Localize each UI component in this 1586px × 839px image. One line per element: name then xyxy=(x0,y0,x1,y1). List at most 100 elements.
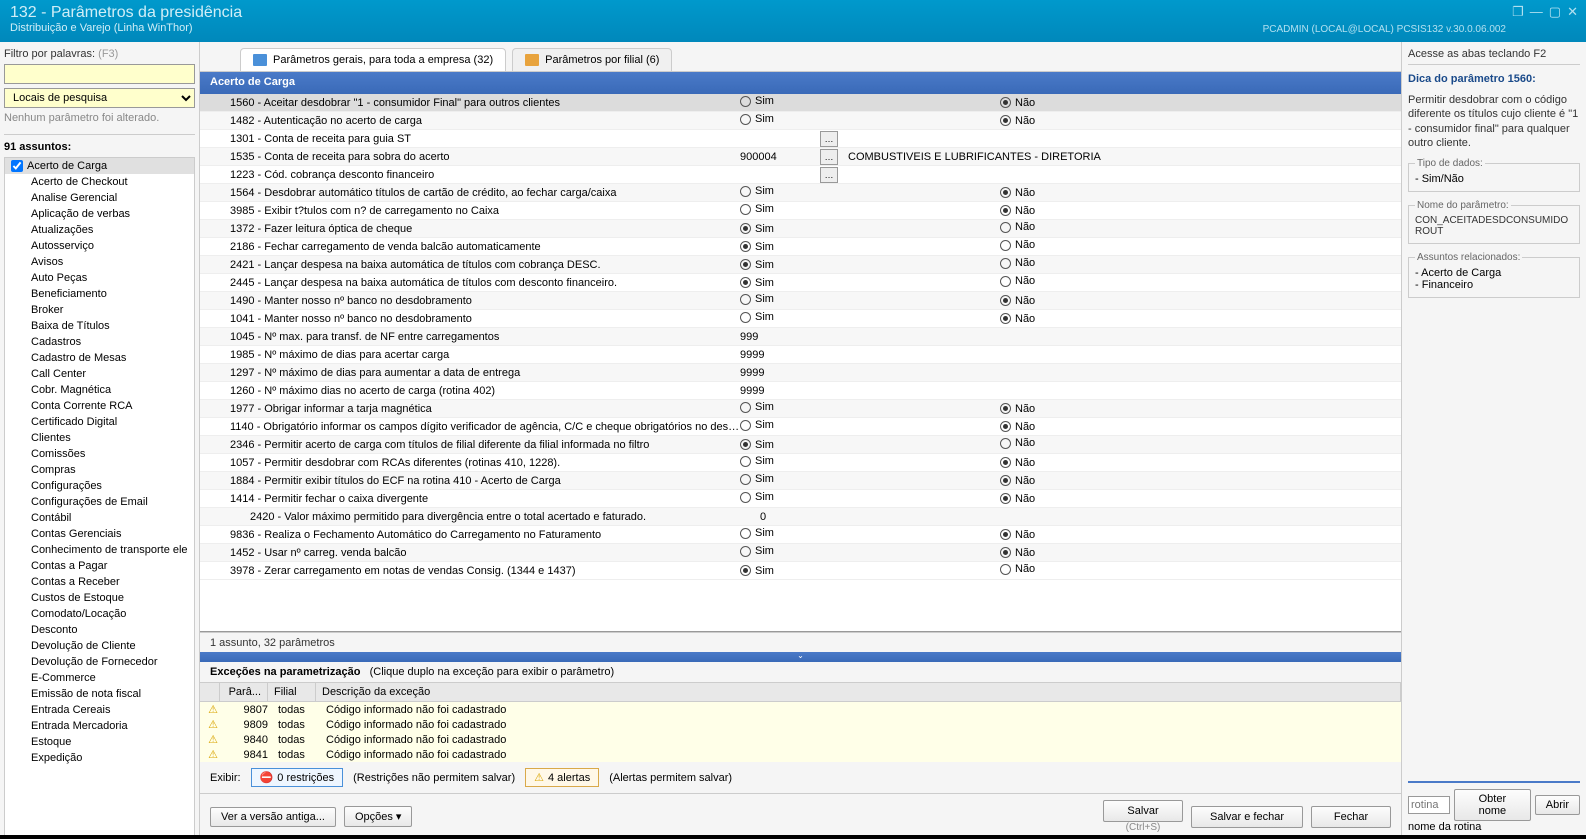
radio-sim[interactable]: Sim xyxy=(740,527,774,539)
exception-row[interactable]: ⚠9807todasCódigo informado não foi cadas… xyxy=(200,702,1401,717)
radio-sim[interactable]: Sim xyxy=(740,185,774,197)
salvar-button[interactable]: Salvar xyxy=(1103,800,1183,822)
radio-sim[interactable]: Sim xyxy=(740,95,774,107)
subject-checkbox[interactable] xyxy=(11,160,23,172)
radio-sim[interactable]: Sim xyxy=(740,293,774,305)
param-row[interactable]: 1260 - Nº máximo dias no acerto de carga… xyxy=(200,382,1401,400)
subject-item[interactable]: Atualizações xyxy=(5,222,194,238)
subject-item[interactable]: Conta Corrente RCA xyxy=(5,398,194,414)
param-row[interactable]: 3978 - Zerar carregamento em notas de ve… xyxy=(200,562,1401,580)
param-row[interactable]: 3985 - Exibir t?tulos com n? de carregam… xyxy=(200,202,1401,220)
radio-sim[interactable]: Sim xyxy=(740,277,774,289)
radio-sim[interactable]: Sim xyxy=(740,223,774,235)
param-value[interactable]: 9999 xyxy=(740,349,820,361)
radio-sim[interactable]: Sim xyxy=(740,419,774,431)
radio-nao[interactable]: Não xyxy=(1000,563,1035,575)
param-row[interactable]: 9836 - Realiza o Fechamento Automático d… xyxy=(200,526,1401,544)
subject-item[interactable]: Baixa de Títulos xyxy=(5,318,194,334)
obter-nome-button[interactable]: Obter nome xyxy=(1454,789,1531,821)
radio-sim[interactable]: Sim xyxy=(740,113,774,125)
subject-item[interactable]: Clientes xyxy=(5,430,194,446)
radio-sim[interactable]: Sim xyxy=(740,203,774,215)
subject-item[interactable]: Configurações de Email xyxy=(5,494,194,510)
param-row[interactable]: 1140 - Obrigatório informar os campos dí… xyxy=(200,418,1401,436)
maximize-icon[interactable]: ▢ xyxy=(1549,4,1561,20)
tab-general[interactable]: Parâmetros gerais, para toda a empresa (… xyxy=(240,48,506,71)
subject-item[interactable]: Contábil xyxy=(5,510,194,526)
locais-select[interactable]: Locais de pesquisa xyxy=(4,88,195,108)
radio-nao[interactable]: Não xyxy=(1000,239,1035,251)
radio-nao[interactable]: Não xyxy=(1000,205,1035,217)
param-row[interactable]: 1372 - Fazer leitura óptica de chequeSim… xyxy=(200,220,1401,238)
subject-item[interactable]: Acerto de Checkout xyxy=(5,174,194,190)
radio-nao[interactable]: Não xyxy=(1000,221,1035,233)
subject-item[interactable]: Compras xyxy=(5,462,194,478)
radio-nao[interactable]: Não xyxy=(1000,257,1035,269)
exception-row[interactable]: ⚠9840todasCódigo informado não foi cadas… xyxy=(200,732,1401,747)
radio-nao[interactable]: Não xyxy=(1000,187,1035,199)
param-row[interactable]: 1041 - Manter nosso nº banco no desdobra… xyxy=(200,310,1401,328)
radio-nao[interactable]: Não xyxy=(1000,275,1035,287)
subject-item[interactable]: Beneficiamento xyxy=(5,286,194,302)
subject-item[interactable]: Entrada Cereais xyxy=(5,702,194,718)
param-row[interactable]: 1535 - Conta de receita para sobra do ac… xyxy=(200,148,1401,166)
param-row[interactable]: 1057 - Permitir desdobrar com RCAs difer… xyxy=(200,454,1401,472)
param-row[interactable]: 2346 - Permitir acerto de carga com títu… xyxy=(200,436,1401,454)
subject-item[interactable]: Analise Gerencial xyxy=(5,190,194,206)
lookup-button[interactable]: … xyxy=(820,149,838,165)
radio-nao[interactable]: Não xyxy=(1000,529,1035,541)
subject-item[interactable]: Configurações xyxy=(5,478,194,494)
param-row[interactable]: 1223 - Cód. cobrança desconto financeiro… xyxy=(200,166,1401,184)
minimize-icon[interactable]: — xyxy=(1530,4,1543,20)
opcoes-button[interactable]: Opções ▾ xyxy=(344,806,413,827)
fechar-button[interactable]: Fechar xyxy=(1311,806,1391,828)
radio-nao[interactable]: Não xyxy=(1000,475,1035,487)
lookup-button[interactable]: … xyxy=(820,167,838,183)
exception-row[interactable]: ⚠9809todasCódigo informado não foi cadas… xyxy=(200,717,1401,732)
param-row[interactable]: 1564 - Desdobrar automático títulos de c… xyxy=(200,184,1401,202)
exception-row[interactable]: ⚠9841todasCódigo informado não foi cadas… xyxy=(200,747,1401,762)
param-row[interactable]: 1297 - Nº máximo de dias para aumentar a… xyxy=(200,364,1401,382)
param-value[interactable]: 999 xyxy=(740,331,820,343)
salvar-fechar-button[interactable]: Salvar e fechar xyxy=(1191,806,1303,828)
subject-item[interactable]: Estoque xyxy=(5,734,194,750)
radio-sim[interactable]: Sim xyxy=(740,259,774,271)
tab-filial[interactable]: Parâmetros por filial (6) xyxy=(512,48,672,71)
filter-input[interactable] xyxy=(4,64,195,84)
param-value[interactable]: 0 xyxy=(760,511,840,523)
subject-item[interactable]: Call Center xyxy=(5,366,194,382)
param-value[interactable]: 9999 xyxy=(740,385,820,397)
subject-item[interactable]: Contas a Pagar xyxy=(5,558,194,574)
radio-nao[interactable]: Não xyxy=(1000,457,1035,469)
param-value[interactable]: 9999 xyxy=(740,367,820,379)
ver-versao-button[interactable]: Ver a versão antiga... xyxy=(210,807,336,827)
param-row[interactable]: 1985 - Nº máximo de dias para acertar ca… xyxy=(200,346,1401,364)
subject-item[interactable]: Avisos xyxy=(5,254,194,270)
radio-sim[interactable]: Sim xyxy=(740,401,774,413)
subject-item[interactable]: Certificado Digital xyxy=(5,414,194,430)
subject-item[interactable]: Devolução de Fornecedor xyxy=(5,654,194,670)
restricoes-button[interactable]: ⛔ 0 restrições xyxy=(251,768,344,787)
subject-item[interactable]: Contas Gerenciais xyxy=(5,526,194,542)
close-icon[interactable]: ✕ xyxy=(1567,4,1578,20)
subject-item[interactable]: Cadastros xyxy=(5,334,194,350)
subject-item[interactable]: Cadastro de Mesas xyxy=(5,350,194,366)
subject-item[interactable]: Cobr. Magnética xyxy=(5,382,194,398)
subject-item[interactable]: Auto Peças xyxy=(5,270,194,286)
subject-item[interactable]: Entrada Mercadoria xyxy=(5,718,194,734)
radio-nao[interactable]: Não xyxy=(1000,403,1035,415)
param-row[interactable]: 1301 - Conta de receita para guia ST… xyxy=(200,130,1401,148)
radio-nao[interactable]: Não xyxy=(1000,493,1035,505)
radio-nao[interactable]: Não xyxy=(1000,437,1035,449)
radio-sim[interactable]: Sim xyxy=(740,491,774,503)
subject-item[interactable]: Conhecimento de transporte ele xyxy=(5,542,194,558)
radio-sim[interactable]: Sim xyxy=(740,241,774,253)
subjects-list[interactable]: Acerto de CargaAcerto de CheckoutAnalise… xyxy=(4,157,195,839)
radio-nao[interactable]: Não xyxy=(1000,547,1035,559)
param-row[interactable]: 2445 - Lançar despesa na baixa automátic… xyxy=(200,274,1401,292)
lookup-button[interactable]: … xyxy=(820,131,838,147)
subject-item[interactable]: Comissões xyxy=(5,446,194,462)
radio-nao[interactable]: Não xyxy=(1000,97,1035,109)
radio-sim[interactable]: Sim xyxy=(740,439,774,451)
param-row[interactable]: 1482 - Autenticação no acerto de cargaSi… xyxy=(200,112,1401,130)
